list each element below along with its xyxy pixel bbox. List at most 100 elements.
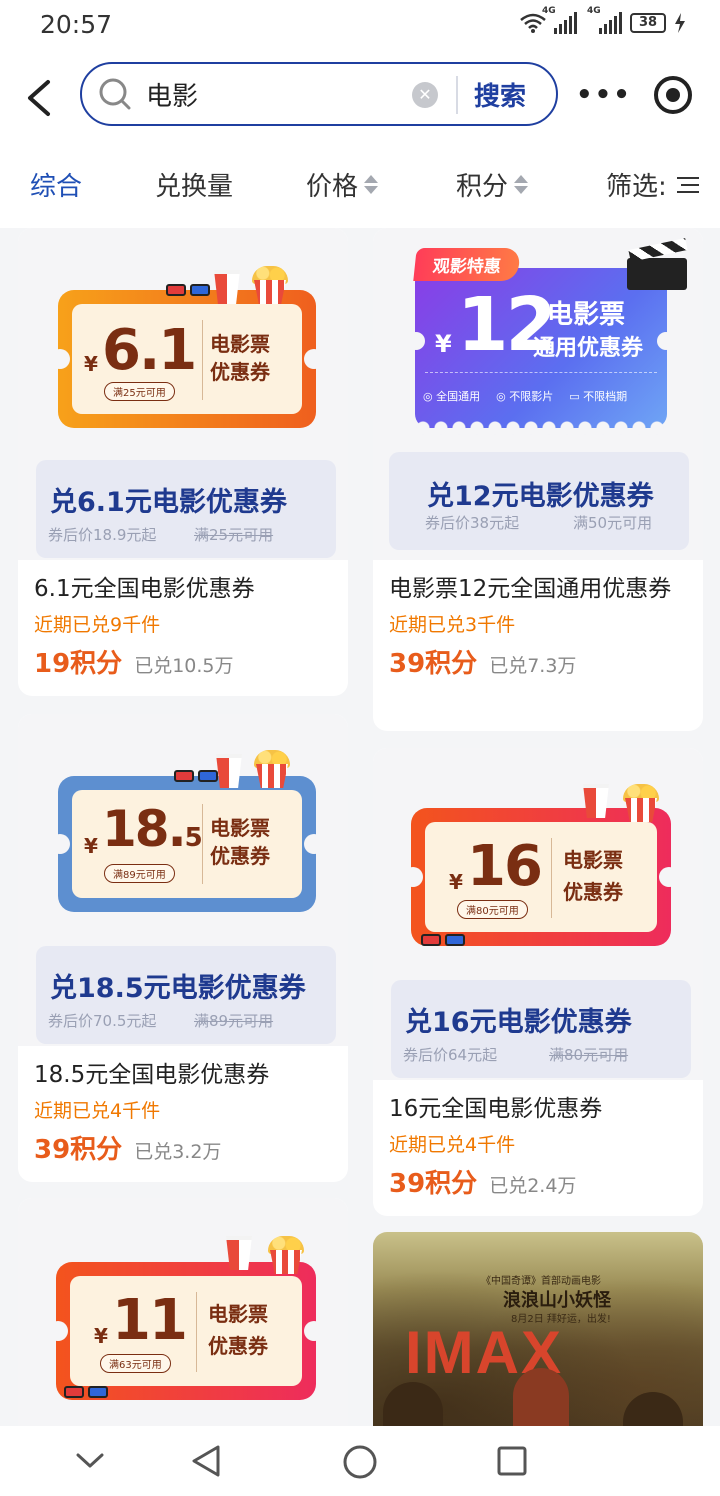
popcorn-icon <box>619 784 663 822</box>
recent-apps-icon[interactable] <box>496 1445 528 1477</box>
tab-comprehensive[interactable]: 综合 <box>30 166 82 203</box>
drink-cup-icon <box>216 754 242 788</box>
back-triangle-icon[interactable] <box>190 1444 222 1478</box>
coupon-label: 优惠券 <box>210 844 270 868</box>
coupon-banner: ¥ 6.1 满25元可用 电影票 优惠券 兑6.1元电影优惠券 券后价18.9元… <box>18 228 348 560</box>
3d-glasses-icon <box>166 282 214 298</box>
status-icons: 4G 4G 38 <box>520 6 686 34</box>
after-price: 券后价38元起 <box>425 514 520 532</box>
tab-redeem-count[interactable]: 兑换量 <box>155 166 233 203</box>
search-input[interactable] <box>146 74 386 114</box>
min-spend: 满80元可用 <box>549 1046 629 1064</box>
after-price: 券后价64元起 <box>403 1046 498 1064</box>
coupon-label: 通用优惠券 <box>533 336 644 361</box>
chevron-down-icon[interactable] <box>76 1452 104 1470</box>
popcorn-icon <box>264 1236 308 1274</box>
coupon-ticket: ¥ 16 满80元可用 电影票 优惠券 <box>403 808 679 946</box>
currency-symbol: ¥ <box>84 834 98 858</box>
back-arrow-icon[interactable] <box>22 78 58 118</box>
product-card[interactable]: ¥ 12 电影票 通用优惠券 ◎ 全国通用 ◎ 不限影片 ▭ 不限档期 观影特惠… <box>373 228 703 731</box>
points-price: 39积分 <box>34 1135 123 1165</box>
coupon-amount: 11 <box>112 1288 188 1353</box>
popcorn-icon <box>248 266 292 304</box>
sub-banner: 兑16元电影优惠券 券后价64元起 满80元可用 <box>391 980 691 1078</box>
redeemed-count: 已兑3.2万 <box>134 1141 222 1163</box>
search-button[interactable]: 搜索 <box>474 76 526 113</box>
3d-glasses-icon <box>64 1384 112 1400</box>
sort-arrows-icon <box>514 175 529 194</box>
points-price: 39积分 <box>389 649 478 679</box>
points-price: 19积分 <box>34 649 123 679</box>
feature-item: ◎ 不限影片 <box>496 390 554 403</box>
mini-program-target-icon[interactable] <box>654 76 692 114</box>
coupon-label: 电影票 <box>563 848 623 872</box>
sub-banner: 兑12元电影优惠券 券后价38元起 满50元可用 <box>389 452 689 550</box>
min-spend: 满89元可用 <box>194 1012 274 1030</box>
redeemed-count: 已兑2.4万 <box>489 1175 577 1197</box>
coupon-condition: 满80元可用 <box>457 900 528 919</box>
coupon-banner: ¥ 18.5 满89元可用 电影票 优惠券 兑18.5元电影优惠券 券后价70.… <box>18 714 348 1046</box>
signal-1-icon: 4G <box>542 6 577 34</box>
coupon-label: 电影票 <box>547 300 626 330</box>
currency-symbol: ¥ <box>84 352 98 376</box>
3d-glasses-icon <box>174 768 222 784</box>
points-price: 39积分 <box>389 1169 478 1199</box>
product-title: 18.5元全国电影优惠券 <box>34 1062 270 1088</box>
sub-title: 兑6.1元电影优惠券 <box>50 487 287 518</box>
more-icon[interactable]: ••• <box>576 80 632 110</box>
system-nav-bar <box>0 1426 720 1496</box>
coupon-condition: 满89元可用 <box>104 864 175 883</box>
home-circle-icon[interactable] <box>342 1444 378 1480</box>
tab-price[interactable]: 价格 <box>306 166 379 203</box>
coupon-banner: ¥ 16 满80元可用 电影票 优惠券 兑16元电影优惠券 券后价64元起 满8… <box>373 748 703 1080</box>
product-title: 16元全国电影优惠券 <box>389 1096 603 1122</box>
product-card[interactable]: ¥ 16 满80元可用 电影票 优惠券 兑16元电影优惠券 券后价64元起 满8… <box>373 748 703 1216</box>
coupon-label: 优惠券 <box>563 880 623 904</box>
drink-cup-icon <box>226 1236 252 1270</box>
sub-title: 兑16元电影优惠券 <box>405 1007 632 1038</box>
sub-banner: 兑6.1元电影优惠券 券后价18.9元起 满25元可用 <box>36 460 336 558</box>
coupon-label: 电影票 <box>210 332 270 356</box>
header: ✕ 搜索 ••• <box>0 50 720 140</box>
search-box: ✕ 搜索 <box>80 62 558 126</box>
coupon-label: 优惠券 <box>208 1334 268 1358</box>
feature-item: ◎ 全国通用 <box>423 390 481 403</box>
tab-filter[interactable]: 筛选: <box>606 166 699 203</box>
promo-badge: 观影特惠 <box>413 248 521 281</box>
min-spend: 满50元可用 <box>573 514 653 532</box>
coupon-ticket: ¥ 11 满63元可用 电影票 优惠券 <box>48 1262 324 1400</box>
coupon-condition: 满25元可用 <box>104 382 175 401</box>
currency-symbol: ¥ <box>94 1324 108 1348</box>
coupon-amount: 18.5 <box>102 800 203 858</box>
recent-redeemed: 近期已兑3千件 <box>389 614 516 636</box>
coupon-ticket: ¥ 12 电影票 通用优惠券 ◎ 全国通用 ◎ 不限影片 ▭ 不限档期 <box>407 268 675 436</box>
product-title: 电影票12元全国通用优惠券 <box>389 576 672 602</box>
recent-redeemed: 近期已兑9千件 <box>34 614 161 636</box>
poster-figure <box>513 1368 569 1426</box>
feature-item: ▭ 不限档期 <box>569 390 628 403</box>
clock: 20:57 <box>40 10 113 39</box>
product-card[interactable]: ¥ 18.5 满89元可用 电影票 优惠券 兑18.5元电影优惠券 券后价70.… <box>18 714 348 1182</box>
product-title: 6.1元全国电影优惠券 <box>34 576 255 602</box>
movie-poster-card[interactable]: 《中国奇谭》首部动画电影 浪浪山小妖怪 8月2日 拜好运，出发! IMAX <box>373 1232 703 1426</box>
product-card[interactable]: ¥ 6.1 满25元可用 电影票 优惠券 兑6.1元电影优惠券 券后价18.9元… <box>18 228 348 696</box>
coupon-label: 电影票 <box>210 816 270 840</box>
product-card[interactable]: ¥ 11 满63元可用 电影票 优惠券 <box>18 1198 348 1426</box>
poster-kicker: 《中国奇谭》首部动画电影 <box>481 1276 601 1287</box>
recent-redeemed: 近期已兑4千件 <box>389 1134 516 1156</box>
clear-icon[interactable]: ✕ <box>412 82 438 108</box>
sub-banner: 兑18.5元电影优惠券 券后价70.5元起 满89元可用 <box>36 946 336 1044</box>
after-price: 券后价70.5元起 <box>48 1012 157 1030</box>
signal-2-icon: 4G <box>587 6 622 34</box>
redeemed-count: 已兑7.3万 <box>489 655 577 677</box>
redeemed-count: 已兑10.5万 <box>134 655 234 677</box>
recent-redeemed: 近期已兑4千件 <box>34 1100 161 1122</box>
coupon-ticket: ¥ 18.5 满89元可用 电影票 优惠券 <box>50 776 324 912</box>
battery-icon: 38 <box>630 13 666 33</box>
min-spend: 满25元可用 <box>194 526 274 544</box>
filter-icon <box>676 176 699 193</box>
tab-points[interactable]: 积分 <box>456 166 529 203</box>
wifi-icon <box>520 13 546 33</box>
coupon-amount: 6.1 <box>102 318 197 383</box>
coupon-label: 电影票 <box>208 1302 268 1326</box>
